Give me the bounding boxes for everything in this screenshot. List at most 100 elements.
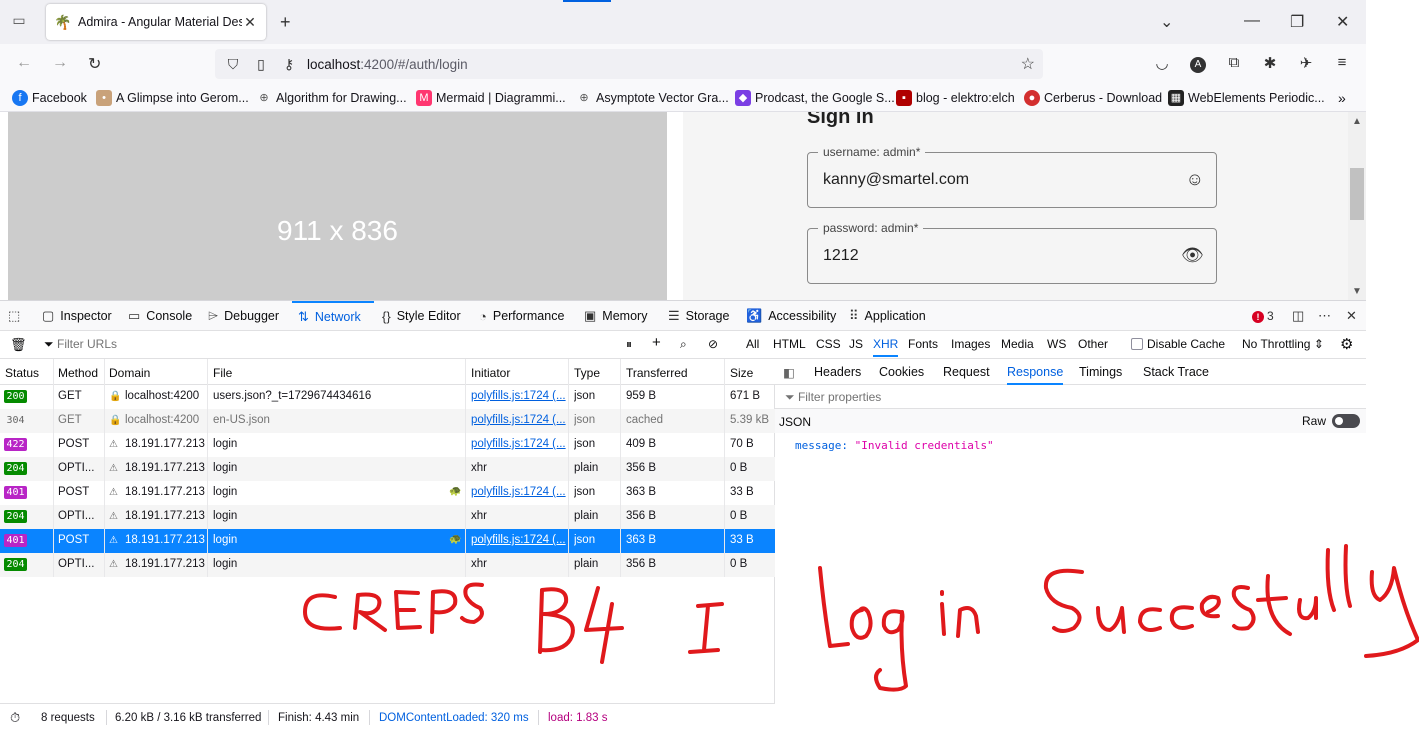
browser-tab[interactable]: 🌴 Admira - Angular Material Desig ✕ xyxy=(46,4,266,40)
disable-cache-checkbox[interactable]: Disable Cache xyxy=(1131,337,1225,351)
table-row[interactable]: 204 OPTI... ⚠ 18.191.177.213 login xhr plain 35… xyxy=(0,457,775,481)
back-arrow-icon[interactable]: ← xyxy=(16,54,32,72)
url-bar[interactable]: ⛉ ▯ ⚷ localhost:4200/#/auth/login ☆ xyxy=(215,49,1043,79)
col-domain[interactable]: Domain xyxy=(109,366,150,380)
element-picker-icon[interactable]: ⬚ xyxy=(8,301,26,331)
username-field[interactable]: username: admin* kanny@smartel.com ☺ xyxy=(807,145,1217,208)
scroll-thumb[interactable] xyxy=(1350,168,1364,220)
page-scrollbar[interactable]: ▲ ▼ xyxy=(1348,112,1366,300)
plus-icon[interactable]: + xyxy=(280,12,291,33)
tab-inspector[interactable]: ▢ Inspector xyxy=(42,301,112,331)
pause-icon[interactable]: ⏸ xyxy=(626,337,632,352)
sidebar-toggle-icon[interactable]: ◧ xyxy=(783,365,795,380)
more-options-icon[interactable]: ⋯ xyxy=(1318,301,1337,331)
tab-timings[interactable]: Timings xyxy=(1079,365,1122,379)
bookmark-item[interactable]: f Facebook xyxy=(12,90,87,106)
tab-network[interactable]: ⇅ Network xyxy=(292,301,374,331)
checkbox-box[interactable] xyxy=(1131,338,1143,350)
toggle-switch[interactable] xyxy=(1332,414,1360,428)
key-icon[interactable]: ⚷ xyxy=(279,56,299,73)
filter-css[interactable]: CSS xyxy=(816,337,841,351)
tab-style-editor[interactable]: {} Style Editor xyxy=(382,301,461,331)
scroll-up-icon[interactable]: ▲ xyxy=(1352,116,1362,127)
chevron-down-icon[interactable]: ⌄ xyxy=(1160,12,1173,32)
forward-arrow-icon[interactable]: → xyxy=(52,54,68,72)
bookmark-item[interactable]: ● Cerberus - Download xyxy=(1024,90,1162,106)
filter-ws[interactable]: WS xyxy=(1047,337,1066,351)
filter-urls-input[interactable]: Filter URLs xyxy=(57,337,117,351)
dock-icon[interactable]: ◫ xyxy=(1292,301,1310,331)
col-initiator[interactable]: Initiator xyxy=(471,366,510,380)
tab-memory[interactable]: ▣ Memory xyxy=(584,301,647,331)
filter-images[interactable]: Images xyxy=(951,337,990,351)
table-row[interactable]: 204 OPTI... ⚠ 18.191.177.213 login xhr plain 35… xyxy=(0,505,775,529)
col-size[interactable]: Size xyxy=(730,366,753,380)
tab-application[interactable]: ⠿ Application xyxy=(849,301,926,331)
table-row[interactable]: 304 GET 🔒 localhost:4200 en-US.json polyfills… xyxy=(0,409,775,433)
filter-media[interactable]: Media xyxy=(1001,337,1034,351)
bookmark-item[interactable]: ⊕ Algorithm for Drawing... xyxy=(256,90,406,106)
restore-icon[interactable]: ❐ xyxy=(1290,12,1304,32)
username-input[interactable]: kanny@smartel.com xyxy=(823,171,969,189)
minimize-icon[interactable]: — xyxy=(1244,12,1260,30)
plus-icon[interactable]: + xyxy=(652,334,661,351)
window-close-icon[interactable]: ✕ xyxy=(1336,12,1349,32)
chevron-double-right-icon[interactable]: » xyxy=(1338,90,1346,106)
cell-initiator[interactable]: polyfills.js:1724 (... xyxy=(471,414,567,426)
cell-initiator[interactable]: polyfills.js:1724 (... xyxy=(471,438,567,450)
filter-properties-input[interactable]: ⏷ Filter properties xyxy=(775,385,1366,409)
tab-storage[interactable]: ☰ Storage xyxy=(668,301,729,331)
tab-response[interactable]: Response xyxy=(1007,365,1064,385)
table-row[interactable]: 200 GET 🔒 localhost:4200 users.json?_t=17296… xyxy=(0,385,775,409)
table-row[interactable]: 401 POST ⚠ 18.191.177.213 login polyfills.js:… xyxy=(0,481,775,505)
eye-icon[interactable]: 👁 xyxy=(1181,245,1204,266)
filter-xhr[interactable]: XHR xyxy=(873,337,899,357)
cell-initiator[interactable]: polyfills.js:1724 (... xyxy=(471,486,567,498)
tab-console[interactable]: ▭ Console xyxy=(128,301,192,331)
puzzle-icon[interactable]: ⧉ xyxy=(1224,54,1244,71)
trash-icon[interactable]: 🗑 xyxy=(10,337,27,353)
password-field[interactable]: password: admin* 1212 👁 xyxy=(807,221,1217,284)
filter-html[interactable]: HTML xyxy=(773,337,806,351)
password-input[interactable]: 1212 xyxy=(823,247,859,265)
filter-fonts[interactable]: Fonts xyxy=(908,337,938,351)
error-count-badge[interactable]: ! 3 xyxy=(1252,309,1274,323)
tab-stack-trace[interactable]: Stack Trace xyxy=(1143,365,1209,379)
block-icon[interactable]: ⊘ xyxy=(708,337,718,351)
account-icon[interactable]: A xyxy=(1188,54,1208,73)
extension-icon[interactable]: ✈ xyxy=(1296,54,1316,72)
table-row[interactable]: 401 POST ⚠ 18.191.177.213 login polyfills.js:… xyxy=(0,529,775,553)
bookmark-item[interactable]: • A Glimpse into Gerom... xyxy=(96,90,249,106)
shield-icon[interactable]: ⛉ xyxy=(223,56,243,73)
tab-performance[interactable]: ◔ Performance xyxy=(479,301,564,331)
filter-other[interactable]: Other xyxy=(1078,337,1108,351)
bookmark-item[interactable]: ⊕ Asymptote Vector Gra... xyxy=(576,90,728,106)
col-type[interactable]: Type xyxy=(574,366,600,380)
bookmark-item[interactable]: ◆ Prodcast, the Google S... xyxy=(735,90,895,106)
col-method[interactable]: Method xyxy=(58,366,98,380)
close-devtools-icon[interactable]: ✕ xyxy=(1346,301,1363,331)
bookmark-item[interactable]: ▪ blog - elektro:elch xyxy=(896,90,1015,106)
table-row[interactable]: 422 POST ⚠ 18.191.177.213 login polyfills.js:… xyxy=(0,433,775,457)
star-icon[interactable]: ☆ xyxy=(1021,54,1035,74)
col-transferred[interactable]: Transferred xyxy=(626,366,688,380)
tab-headers[interactable]: Headers xyxy=(814,365,861,379)
close-icon[interactable]: ✕ xyxy=(242,14,258,31)
filter-js[interactable]: JS xyxy=(849,337,863,351)
tab-list-icon[interactable]: ▭ xyxy=(8,12,30,32)
search-icon[interactable]: ⌕ xyxy=(680,337,687,352)
cell-initiator[interactable]: polyfills.js:1724 (... xyxy=(471,390,567,402)
col-status[interactable]: Status xyxy=(5,366,39,380)
reload-icon[interactable]: ↻ xyxy=(88,54,101,74)
table-row[interactable]: 204 OPTI... ⚠ 18.191.177.213 login xhr plain 35… xyxy=(0,553,775,577)
tab-debugger[interactable]: ⌲ Debugger xyxy=(208,301,279,331)
bookmark-item[interactable]: ▦ WebElements Periodic... xyxy=(1168,90,1325,106)
throttling-select[interactable]: No Throttling ⇕ xyxy=(1242,337,1324,351)
bug-extension-icon[interactable]: ✱ xyxy=(1260,54,1280,72)
tab-request[interactable]: Request xyxy=(943,365,990,379)
cell-initiator[interactable]: polyfills.js:1724 (... xyxy=(471,534,567,546)
tab-accessibility[interactable]: ♿ Accessibility xyxy=(746,301,836,331)
pocket-icon[interactable]: ◡ xyxy=(1152,54,1172,72)
gear-icon[interactable]: ⚙ xyxy=(1340,335,1353,353)
hamburger-icon[interactable]: ≡ xyxy=(1332,54,1352,71)
